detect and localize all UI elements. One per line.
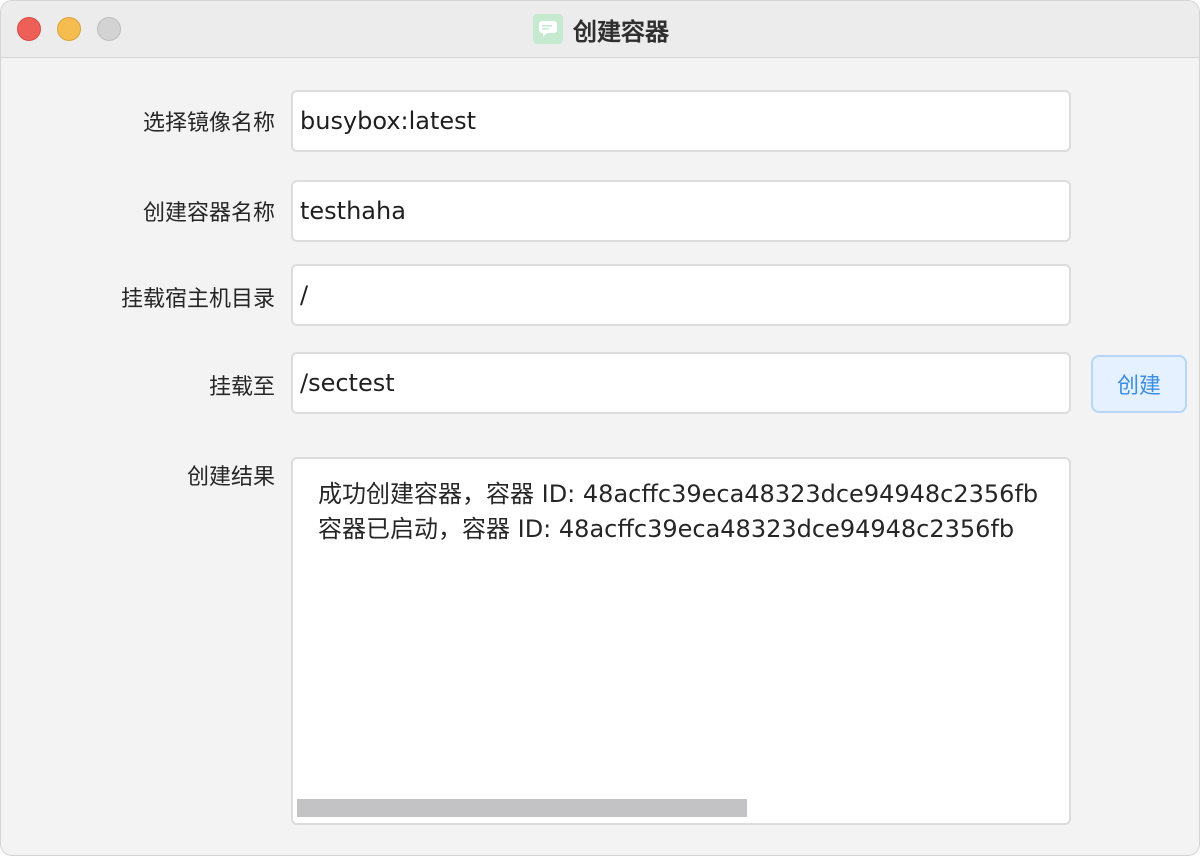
image-name-input[interactable]: [291, 90, 1071, 152]
chat-bubble-icon: [533, 14, 563, 44]
result-content: 成功创建容器，容器 ID: 48acffc39eca48323dce94948c…: [318, 477, 1069, 547]
result-line: 成功创建容器，容器 ID: 48acffc39eca48323dce94948c…: [318, 480, 1039, 508]
result-label: 创建结果: [186, 465, 275, 490]
result-textarea[interactable]: 成功创建容器，容器 ID: 48acffc39eca48323dce94948c…: [291, 457, 1071, 825]
mount-to-input[interactable]: [291, 352, 1071, 414]
image-name-label: 选择镜像名称: [142, 111, 275, 136]
container-name-input[interactable]: [291, 180, 1071, 242]
horizontal-scrollbar[interactable]: [297, 799, 747, 817]
window-title: 创建容器: [573, 17, 669, 46]
result-line: 容器已启动，容器 ID: 48acffc39eca48323dce94948c2…: [318, 515, 1015, 543]
title-group: 创建容器: [1, 1, 1199, 57]
host-dir-label: 挂载宿主机目录: [120, 287, 275, 312]
container-name-label: 创建容器名称: [142, 201, 275, 226]
create-button[interactable]: 创建: [1091, 355, 1187, 413]
mount-to-label: 挂载至: [208, 375, 275, 400]
host-dir-input[interactable]: [291, 264, 1071, 326]
title-bar: 创建容器: [1, 1, 1199, 58]
create-container-window: 创建容器 选择镜像名称 创建容器名称 挂载宿主机目录 挂载至 创建 创建结果 成…: [0, 0, 1200, 856]
